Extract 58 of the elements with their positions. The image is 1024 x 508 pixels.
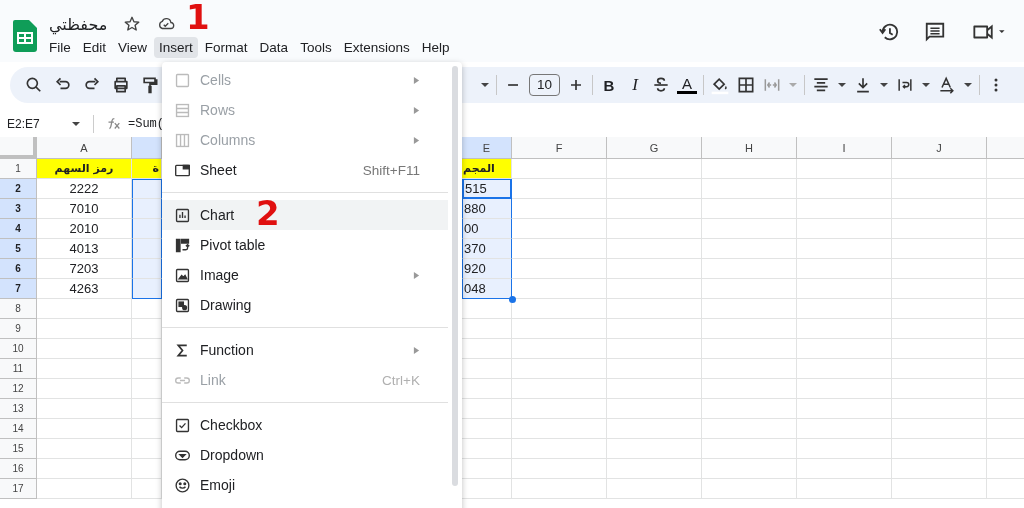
column-header[interactable]: A: [37, 137, 132, 159]
row-header[interactable]: 10: [0, 339, 37, 359]
document-title[interactable]: محفظتي: [49, 14, 108, 34]
table-cell: رمز السهم: [37, 159, 132, 179]
bold-button[interactable]: B: [599, 76, 619, 94]
row-header[interactable]: 5: [0, 239, 37, 259]
table-cell: 880: [462, 199, 512, 219]
menu-item[interactable]: Function: [162, 335, 448, 365]
menu-bar-item[interactable]: View: [113, 37, 153, 58]
menu-item[interactable]: Sheet Shift+F11: [162, 155, 448, 185]
row-header[interactable]: 4: [0, 219, 37, 239]
text-color-button[interactable]: A: [677, 76, 697, 94]
menu-item[interactable]: Drawing: [162, 290, 448, 320]
row-header[interactable]: 15: [0, 439, 37, 459]
font-size-field[interactable]: 10: [529, 74, 560, 96]
menu-item[interactable]: Checkbox: [162, 410, 448, 440]
row-header[interactable]: 1: [0, 159, 37, 179]
menu-item[interactable]: Image: [162, 260, 448, 290]
menu-bar-item[interactable]: Format: [199, 37, 253, 58]
row-header[interactable]: 13: [0, 399, 37, 419]
table-cell: 515: [462, 179, 512, 199]
row-header[interactable]: 16: [0, 459, 37, 479]
name-box[interactable]: E2:E7: [7, 117, 71, 131]
row-header[interactable]: 9: [0, 319, 37, 339]
row-header[interactable]: 2: [0, 179, 37, 199]
menu-bar-item[interactable]: Data: [254, 37, 294, 58]
row-header[interactable]: 6: [0, 259, 37, 279]
menu-bar-item[interactable]: Tools: [295, 37, 337, 58]
annotation-number: 1: [186, 0, 210, 34]
table-cell: 370: [462, 239, 512, 259]
menu-bar-item[interactable]: Edit: [77, 37, 112, 58]
italic-button[interactable]: I: [625, 75, 645, 95]
table-cell: 00: [462, 219, 512, 239]
menu-item[interactable]: Emoji: [162, 470, 448, 500]
column-header[interactable]: F: [512, 137, 607, 159]
row-header[interactable]: 7: [0, 279, 37, 299]
row-header[interactable]: 8: [0, 299, 37, 319]
table-cell: المجم: [462, 159, 512, 179]
menu-item[interactable]: Pivot table: [162, 230, 448, 260]
row-header[interactable]: 12: [0, 379, 37, 399]
column-header[interactable]: E: [462, 137, 512, 159]
menu-bar-item[interactable]: File: [44, 37, 76, 58]
column-header[interactable]: J: [892, 137, 987, 159]
menu-bar-item[interactable]: Extensions: [338, 37, 415, 58]
row-header[interactable]: 3: [0, 199, 37, 219]
column-header[interactable]: I: [797, 137, 892, 159]
menu-bar-item[interactable]: Insert: [154, 37, 198, 58]
row-header[interactable]: 14: [0, 419, 37, 439]
row-header[interactable]: 11: [0, 359, 37, 379]
table-cell: 048: [462, 279, 512, 299]
column-header[interactable]: G: [607, 137, 702, 159]
menu-bar-item[interactable]: Help: [416, 37, 455, 58]
table-cell: 920: [462, 259, 512, 279]
menu-item[interactable]: Dropdown: [162, 440, 448, 470]
column-header[interactable]: H: [702, 137, 797, 159]
table-cell: ة: [132, 159, 162, 179]
row-header[interactable]: 17: [0, 479, 37, 499]
formula-input[interactable]: =Sum(: [128, 117, 164, 131]
